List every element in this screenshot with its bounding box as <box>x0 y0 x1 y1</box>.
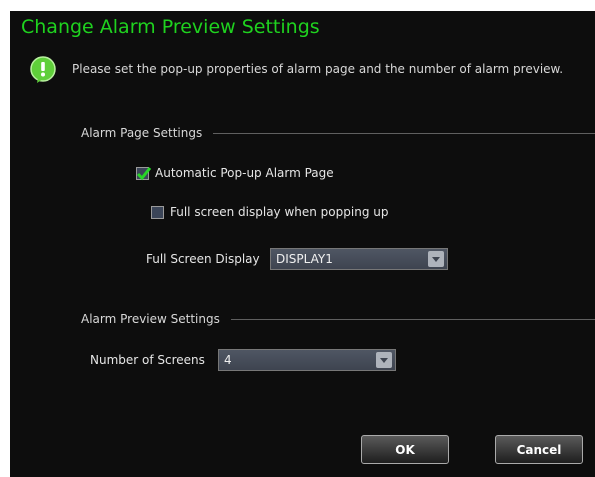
full-screen-display-select[interactable]: DISPLAY1 <box>270 248 448 270</box>
alarm-preview-divider <box>231 319 595 320</box>
full-screen-display-value: DISPLAY1 <box>276 252 333 266</box>
change-alarm-preview-dialog: Change Alarm Preview Settings Please set… <box>10 11 595 477</box>
dialog-title: Change Alarm Preview Settings <box>21 16 320 38</box>
number-of-screens-select[interactable]: 4 <box>218 349 396 371</box>
cancel-button[interactable]: Cancel <box>495 435 583 464</box>
ok-button[interactable]: OK <box>361 435 449 464</box>
fullscreen-popup-label: Full screen display when popping up <box>170 205 389 219</box>
number-of-screens-label: Number of Screens <box>90 353 205 367</box>
full-screen-display-label: Full Screen Display <box>146 252 260 266</box>
checkmark-icon <box>136 166 152 180</box>
auto-popup-checkbox[interactable] <box>136 166 152 180</box>
info-speech-bubble-icon <box>29 56 57 84</box>
fullscreen-popup-row[interactable]: Full screen display when popping up <box>151 205 388 219</box>
alarm-page-divider <box>213 133 595 134</box>
alarm-page-settings-title: Alarm Page Settings <box>81 126 203 140</box>
chevron-down-icon[interactable] <box>428 251 444 267</box>
chevron-down-icon[interactable] <box>376 352 392 368</box>
fullscreen-popup-checkbox[interactable] <box>151 205 164 219</box>
alarm-preview-settings-title: Alarm Preview Settings <box>81 312 220 326</box>
auto-popup-row[interactable]: Automatic Pop-up Alarm Page <box>136 166 334 180</box>
info-text: Please set the pop-up properties of alar… <box>72 62 564 76</box>
number-of-screens-value: 4 <box>224 353 232 367</box>
auto-popup-label: Automatic Pop-up Alarm Page <box>155 166 334 180</box>
